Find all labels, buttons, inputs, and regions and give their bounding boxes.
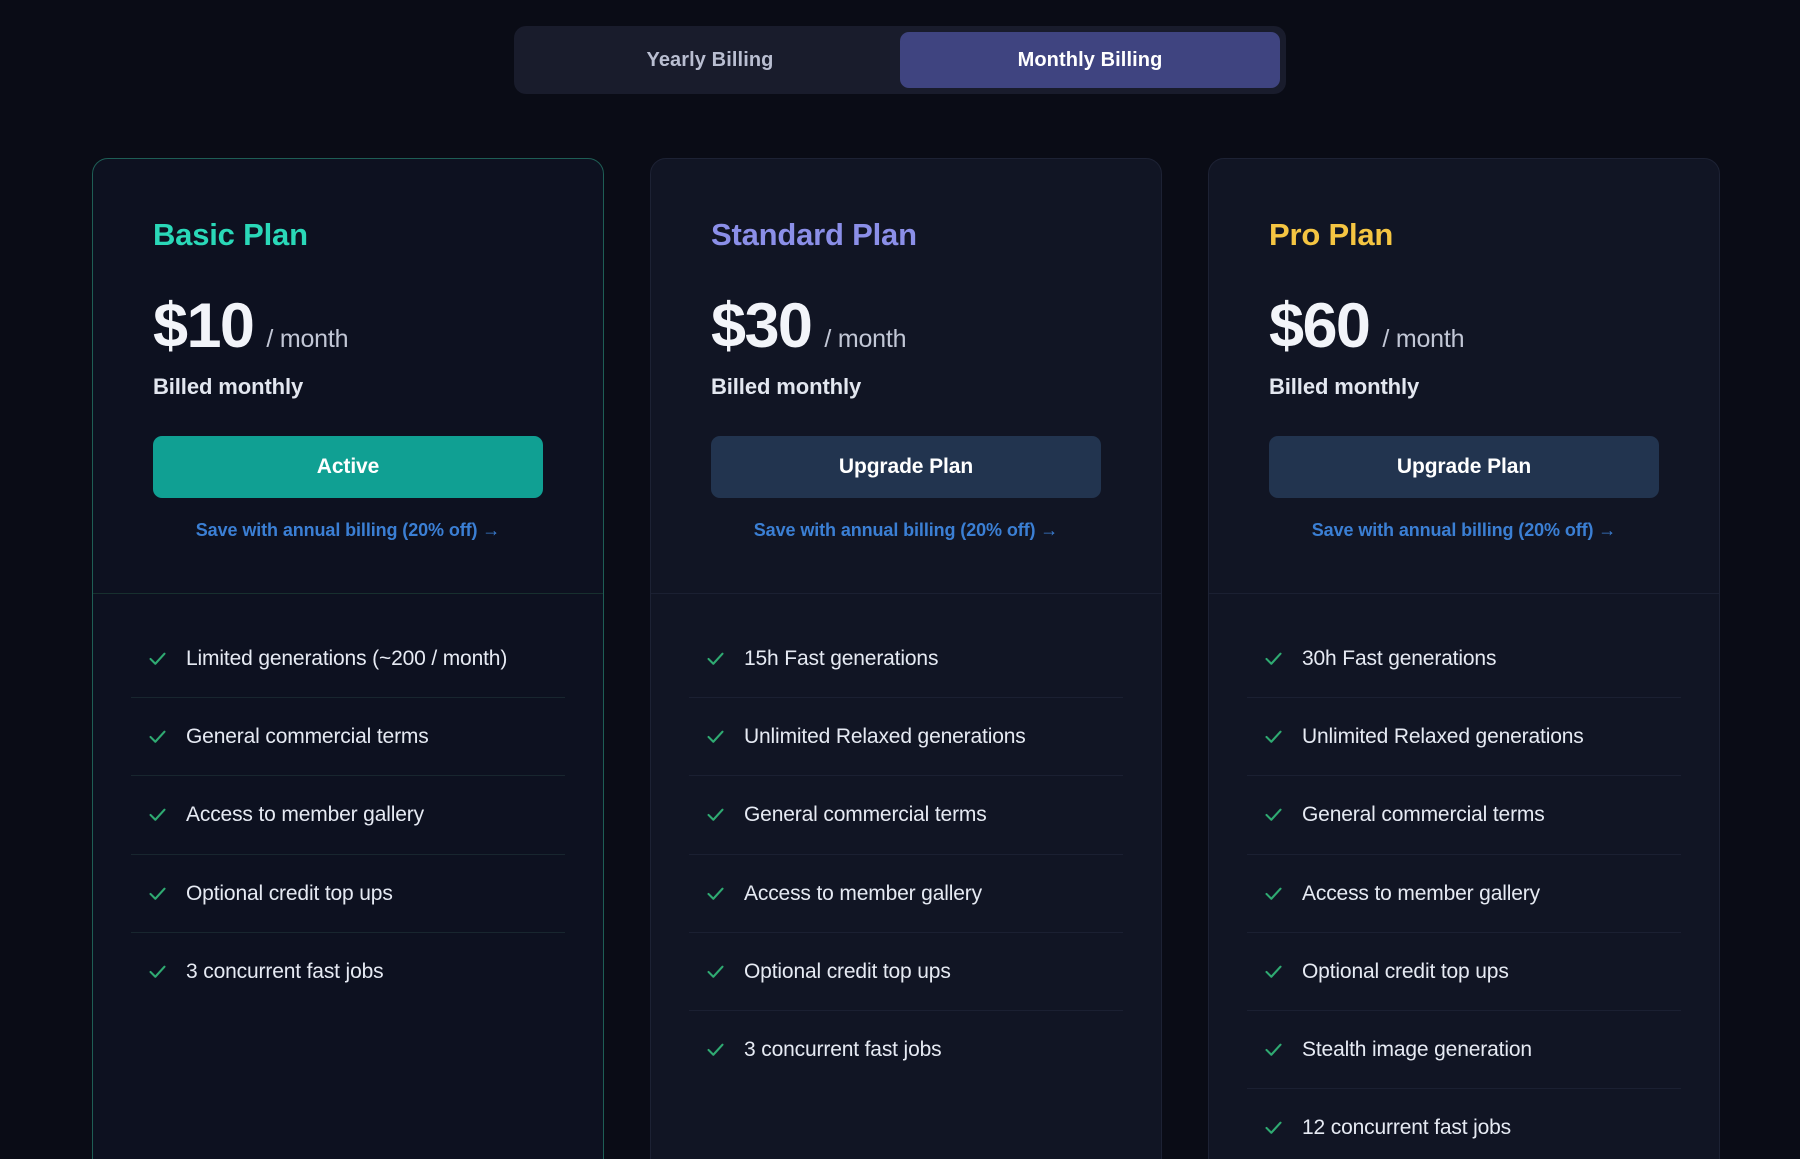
feature-label: 30h Fast generations [1302,647,1497,670]
billed-note: Billed monthly [153,374,304,399]
feature-label: Access to member gallery [744,881,982,905]
price-period: / month [824,325,907,353]
feature-item: General commercial terms [131,698,565,777]
feature-label: Optional credit top ups [1302,959,1509,983]
feature-label: 15h Fast generations [744,647,939,670]
feature-item: Access to member gallery [1247,855,1681,933]
feature-list: 30h Fast generations Unlimited Relaxed ge… [1209,620,1719,1159]
check-icon [1265,1043,1282,1056]
feature-label: Optional credit top ups [186,881,393,905]
check-icon [1265,1121,1282,1135]
feature-item: General commercial terms [1247,776,1681,855]
plan-card: Standard Plan $30/ month Billed monthly Upg… [650,158,1162,1159]
plan-name: Pro Plan [1269,217,1394,252]
feature-label: General commercial terms [1302,803,1545,827]
check-icon [1265,730,1282,744]
feature-list: Limited generations (~200 / month) Genera… [93,620,603,1050]
upgrade-plan-button[interactable]: Upgrade Plan [711,436,1101,498]
billing-toggle-container: Yearly Billing Monthly Billing [0,26,1800,94]
plan-card: Basic Plan $10/ month Billed monthly Active… [92,158,604,1159]
pricing-cards-row: Basic Plan $10/ month Billed monthly Active… [92,158,1720,1159]
upgrade-plan-button[interactable]: Upgrade Plan [1269,436,1659,498]
feature-item: General commercial terms [689,776,1123,855]
check-icon [707,730,724,744]
feature-item: 30h Fast generations [1247,620,1681,699]
feature-item: 15h Fast generations [689,620,1123,699]
plan-name: Basic Plan [153,217,308,252]
price-amount: $10 [153,291,255,361]
feature-item: Unlimited Relaxed generations [689,698,1123,777]
check-icon [707,965,724,978]
check-icon [707,887,724,900]
feature-label: Unlimited Relaxed generations [744,725,1026,749]
save-with-annual-billing-link[interactable]: Save with annual billing (20% off) → [153,520,543,541]
billing-toggle-option-monthly[interactable]: Monthly Billing [900,32,1280,88]
price-period: / month [1382,325,1465,353]
plan-card-header: Basic Plan $10/ month Billed monthly Active… [93,159,603,593]
feature-item: Access to member gallery [689,855,1123,933]
price-amount: $30 [711,291,813,361]
save-with-annual-billing-link[interactable]: Save with annual billing (20% off) → [1269,520,1659,541]
billing-toggle-option-yearly[interactable]: Yearly Billing [520,32,900,88]
save-with-annual-billing-link[interactable]: Save with annual billing (20% off) → [711,520,1101,541]
price-amount: $60 [1269,291,1371,361]
check-icon [1265,887,1282,900]
check-icon [1265,965,1282,978]
check-icon [149,887,166,900]
plan-card-header: Pro Plan $60/ month Billed monthly Upgrade … [1209,159,1719,593]
feature-item: Access to member gallery [131,776,565,855]
feature-label: General commercial terms [186,725,429,749]
check-icon [707,652,724,665]
price-period: / month [266,325,349,353]
feature-label: Unlimited Relaxed generations [1302,725,1584,749]
check-icon [707,1043,724,1056]
billing-toggle[interactable]: Yearly Billing Monthly Billing [514,26,1286,94]
card-divider [1209,593,1719,594]
feature-label: Stealth image generation [1302,1037,1532,1061]
feature-label: 12 concurrent fast jobs [1302,1116,1512,1140]
price-row: $60/ month [1269,295,1659,358]
feature-item: Optional credit top ups [689,933,1123,1011]
active-plan-button[interactable]: Active [153,436,543,498]
feature-label: Access to member gallery [1302,881,1540,905]
feature-item: Limited generations (~200 / month) [131,620,565,699]
plan-card: Pro Plan $60/ month Billed monthly Upgrade … [1208,158,1720,1159]
plan-name: Standard Plan [711,217,917,252]
price-row: $10/ month [153,295,543,358]
feature-item: 3 concurrent fast jobs [131,933,565,1010]
feature-item: Stealth image generation [1247,1011,1681,1090]
feature-item: Unlimited Relaxed generations [1247,698,1681,777]
feature-item: Optional credit top ups [131,855,565,933]
check-icon [149,652,166,665]
check-icon [149,809,166,822]
feature-item: 12 concurrent fast jobs [1247,1089,1681,1159]
price-row: $30/ month [711,295,1101,358]
check-icon [149,965,166,978]
pricing-page: Yearly Billing Monthly Billing Basic Plan… [0,0,1800,1159]
feature-item: 3 concurrent fast jobs [689,1011,1123,1088]
billed-note: Billed monthly [1269,374,1420,399]
feature-label: 3 concurrent fast jobs [744,1037,942,1061]
feature-list: 15h Fast generations Unlimited Relaxed ge… [651,620,1161,1128]
feature-item: Optional credit top ups [1247,933,1681,1011]
feature-label: General commercial terms [744,803,987,827]
billed-note: Billed monthly [711,374,862,399]
plan-card-header: Standard Plan $30/ month Billed monthly Upg… [651,159,1161,593]
check-icon [149,730,166,744]
card-divider [651,593,1161,594]
card-divider [93,593,603,594]
check-icon [1265,809,1282,822]
feature-label: Access to member gallery [186,803,424,827]
feature-label: Optional credit top ups [744,959,951,983]
feature-label: 3 concurrent fast jobs [186,959,384,983]
feature-label: Limited generations (~200 / month) [186,647,508,670]
check-icon [1265,652,1282,665]
check-icon [707,809,724,822]
